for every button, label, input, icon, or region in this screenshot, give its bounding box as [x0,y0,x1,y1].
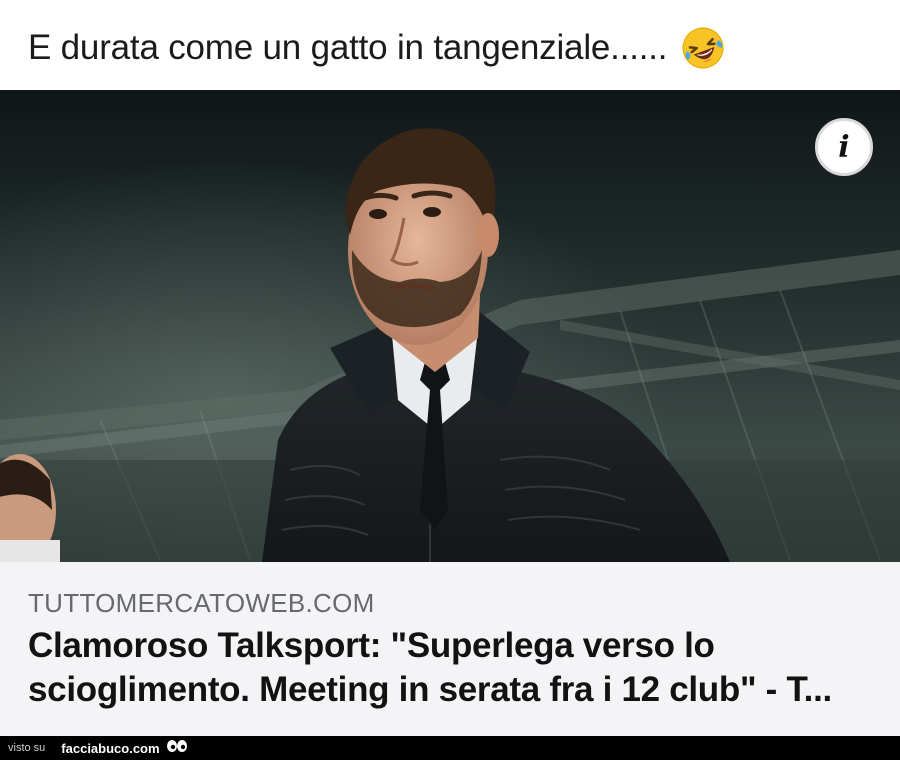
laughing-emoji-icon [681,26,725,70]
info-icon[interactable]: i [815,118,873,176]
post-caption-text: E durata come un gatto in tangenziale...… [28,28,668,67]
article-photo[interactable]: i [0,90,900,562]
watermark-footer: visto su facciabuco.com [0,736,900,760]
article-caption[interactable]: TUTTOMERCATOWEB.COM Clamoroso Talksport:… [0,562,900,736]
footer-visto-su: visto su [8,742,46,754]
footer-brand[interactable]: facciabuco.com [61,741,159,756]
post-caption: E durata come un gatto in tangenziale...… [28,20,725,76]
stadium-portrait-image [0,90,900,562]
eyes-logo-icon [166,739,188,758]
meme-post: E durata come un gatto in tangenziale...… [0,0,900,760]
info-button-label: i [838,129,850,165]
article-headline[interactable]: Clamoroso Talksport: "Superlega verso lo… [28,624,878,712]
article-source: TUTTOMERCATOWEB.COM [28,588,375,618]
